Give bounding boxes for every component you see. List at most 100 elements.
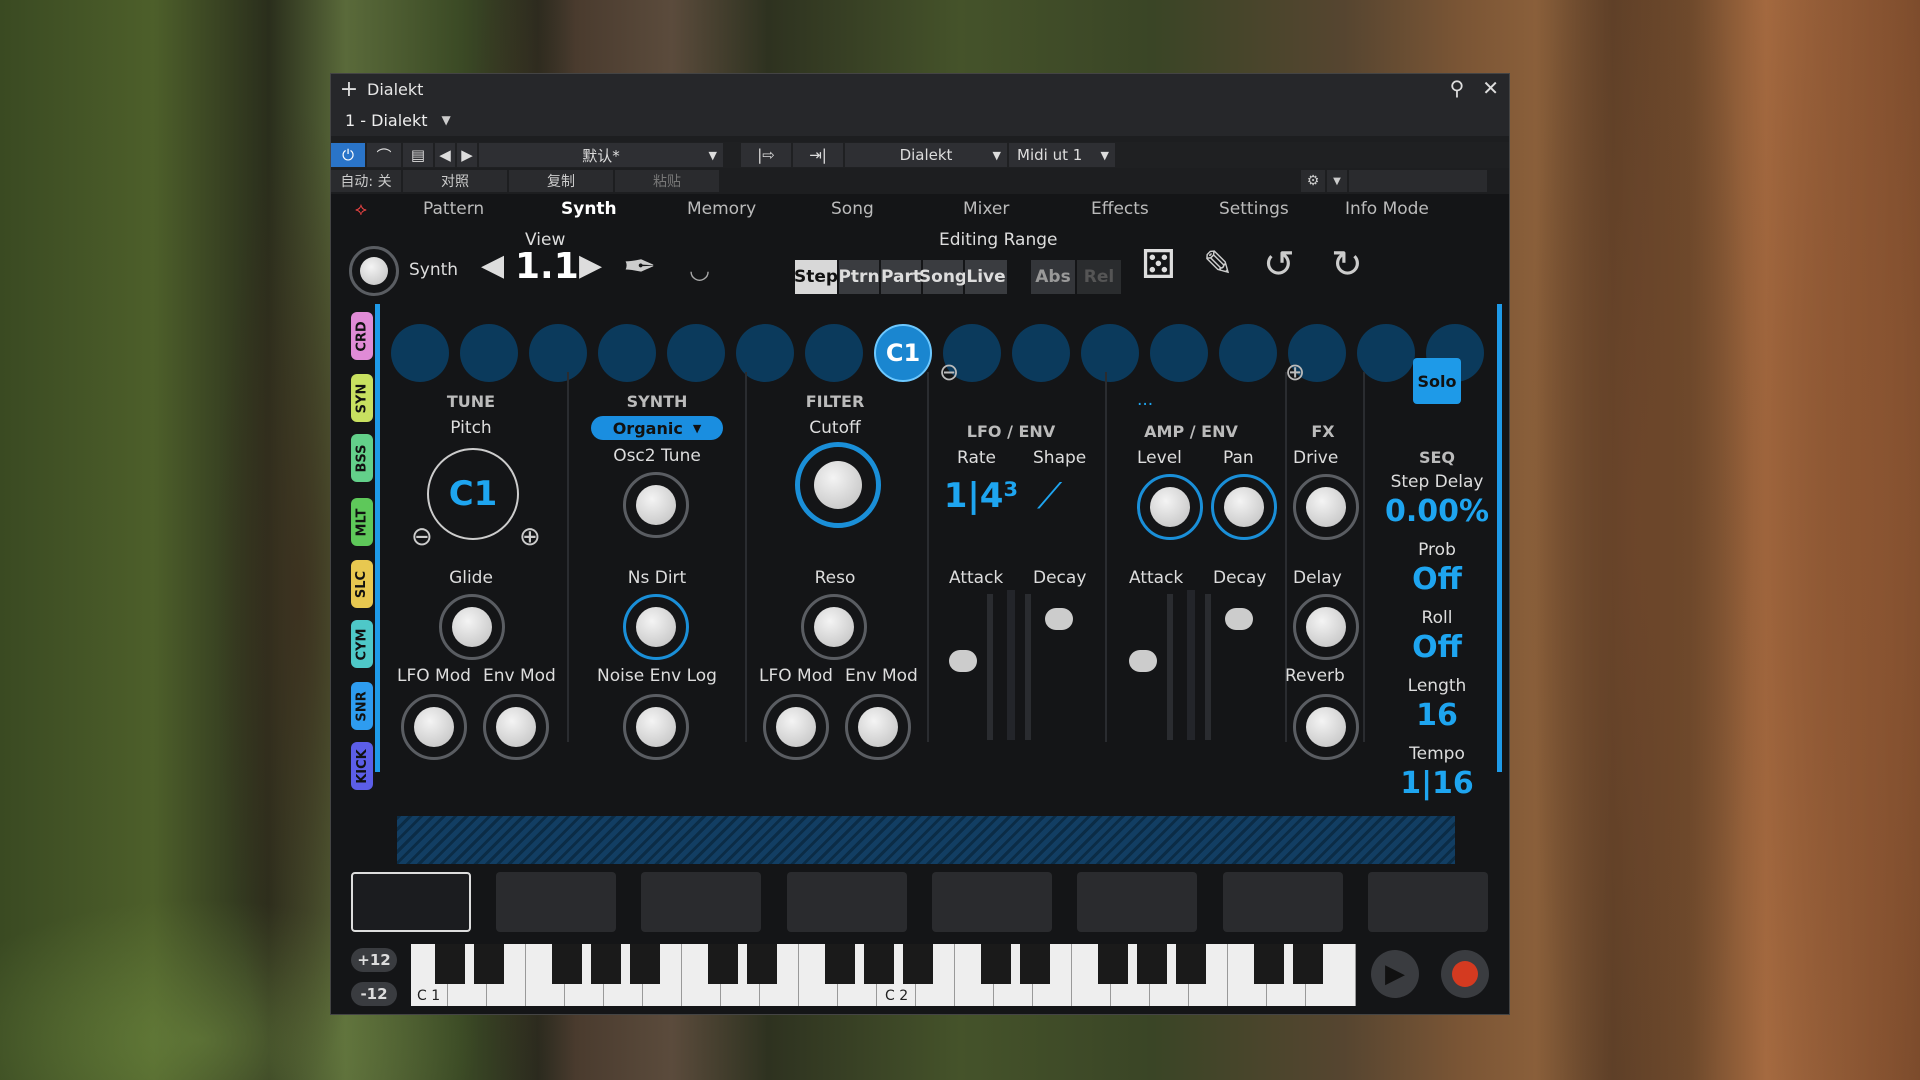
step-2[interactable] (460, 324, 518, 382)
black-key[interactable] (708, 944, 738, 984)
step-delay-value[interactable]: 0.00% (1381, 494, 1493, 529)
step-3[interactable] (529, 324, 587, 382)
pattern-pad-3[interactable] (641, 872, 761, 932)
lfo-env-slider-track[interactable] (1025, 594, 1031, 740)
tab-snr[interactable]: SNR (351, 682, 373, 730)
abs-button[interactable]: Abs (1031, 260, 1075, 294)
level-knob[interactable] (1137, 474, 1203, 540)
noise-env-log-knob[interactable] (623, 694, 689, 760)
amp-env-slider-track[interactable] (1167, 594, 1173, 740)
reso-knob[interactable] (801, 594, 867, 660)
nav-settings[interactable]: Settings (1219, 199, 1289, 219)
black-key[interactable] (630, 944, 660, 984)
device-select[interactable]: Dialekt ▼ (845, 143, 1007, 167)
black-key[interactable] (747, 944, 777, 984)
prob-value[interactable]: Off (1381, 562, 1493, 597)
midi-out-select[interactable]: Midi ut 1 ▼ (1009, 143, 1115, 167)
nav-pattern[interactable]: Pattern (423, 199, 484, 219)
tab-kick[interactable]: KICK (351, 742, 373, 790)
record-button[interactable] (1441, 950, 1489, 998)
next-preset-button[interactable]: ▶ (457, 143, 477, 167)
nav-synth[interactable]: Synth (561, 199, 617, 219)
filter-lfo-mod-knob[interactable] (763, 694, 829, 760)
black-key[interactable] (1293, 944, 1323, 984)
drive-knob[interactable] (1293, 474, 1359, 540)
step-1[interactable] (391, 324, 449, 382)
pattern-pad-7[interactable] (1223, 872, 1343, 932)
black-key[interactable] (981, 944, 1011, 984)
pattern-pad-5[interactable] (932, 872, 1052, 932)
monitor-icon[interactable]: ⌒ (367, 143, 401, 167)
power-button[interactable]: ⏻ (331, 143, 365, 167)
preset-select[interactable]: 默认* ▼ (479, 143, 723, 167)
step-13[interactable] (1219, 324, 1277, 382)
pin-icon[interactable]: ⚲ (1450, 76, 1465, 100)
step-8[interactable]: C1 (874, 324, 932, 382)
preset-list-icon[interactable]: ▤ (403, 143, 433, 167)
amp-decay-handle[interactable] (1225, 608, 1253, 630)
tempo-value[interactable]: 1|16 (1381, 766, 1493, 801)
lfo-env-slider-track[interactable] (987, 594, 993, 740)
output-routing-icon[interactable]: ⇥| (793, 143, 843, 167)
amp-attack-handle[interactable] (1129, 650, 1157, 672)
tab-crd[interactable]: CRD (351, 312, 373, 360)
lfo-attack-handle[interactable] (949, 650, 977, 672)
tab-cym[interactable]: CYM (351, 620, 373, 668)
step-11[interactable] (1081, 324, 1139, 382)
black-key[interactable] (864, 944, 894, 984)
tab-mlt[interactable]: MLT (351, 498, 373, 546)
black-key[interactable] (903, 944, 933, 984)
tab-bss[interactable]: BSS (351, 434, 373, 482)
close-icon[interactable]: ✕ (1482, 76, 1499, 100)
undo-icon[interactable]: ↺ (1263, 242, 1295, 286)
glide-knob[interactable] (439, 594, 505, 660)
pattern-pad-6[interactable] (1077, 872, 1197, 932)
pattern-overview[interactable] (397, 816, 1455, 864)
nav-memory[interactable]: Memory (687, 199, 756, 219)
nav-info-mode[interactable]: Info Mode (1345, 199, 1429, 219)
step-4[interactable] (598, 324, 656, 382)
add-icon[interactable]: ⊕ (1285, 358, 1305, 386)
range-ptrn[interactable]: Ptrn (838, 260, 880, 294)
amp-env-slider-track[interactable] (1205, 594, 1211, 740)
pan-knob[interactable] (1211, 474, 1277, 540)
copy-button[interactable]: 复制 (509, 170, 613, 192)
pin-tool-icon[interactable]: ✒ (623, 244, 657, 290)
step-7[interactable] (805, 324, 863, 382)
solo-button[interactable]: Solo (1413, 358, 1461, 404)
range-song[interactable]: Song (919, 260, 967, 294)
minus-icon[interactable]: ⊖ (411, 522, 433, 552)
range-step[interactable]: Step (794, 260, 838, 294)
pattern-pad-1[interactable] (351, 872, 471, 932)
nav-song[interactable]: Song (831, 199, 874, 219)
instance-selector[interactable]: 1 - Dialekt ▼ (331, 104, 1509, 136)
saw-shape-icon[interactable]: ⟋ (1037, 476, 1062, 518)
dice-icon[interactable]: ⚄ (1141, 242, 1176, 288)
rate-value[interactable]: 1|4³ (943, 476, 1019, 516)
black-key[interactable] (1254, 944, 1284, 984)
automation-toggle[interactable]: 自动: 关 (331, 170, 401, 192)
add-icon[interactable]: + (331, 77, 367, 102)
step-10[interactable] (1012, 324, 1070, 382)
ns-dirt-knob[interactable] (623, 594, 689, 660)
view-next-button[interactable]: ▶ (579, 248, 602, 283)
black-key[interactable] (1020, 944, 1050, 984)
delay-knob[interactable] (1293, 594, 1359, 660)
octave-up-button[interactable]: +12 (351, 948, 397, 972)
view-prev-button[interactable]: ◀ (481, 248, 504, 283)
paste-button[interactable]: 粘贴 (615, 170, 719, 192)
chevron-down-icon[interactable]: ▼ (1327, 170, 1347, 192)
osc2-tune-knob[interactable] (623, 472, 689, 538)
tune-env-mod-knob[interactable] (483, 694, 549, 760)
tab-slc[interactable]: SLC (351, 560, 373, 608)
range-part[interactable]: Part (881, 260, 921, 294)
nav-mixer[interactable]: Mixer (963, 199, 1009, 219)
cutoff-knob[interactable] (795, 442, 881, 528)
plus-icon[interactable]: ⊕ (519, 522, 541, 552)
pattern-pad-8[interactable] (1368, 872, 1488, 932)
black-key[interactable] (825, 944, 855, 984)
black-key[interactable] (1137, 944, 1167, 984)
eye-closed-icon[interactable]: ◡ (689, 256, 710, 284)
black-key[interactable] (435, 944, 465, 984)
octave-down-button[interactable]: -12 (351, 982, 397, 1006)
